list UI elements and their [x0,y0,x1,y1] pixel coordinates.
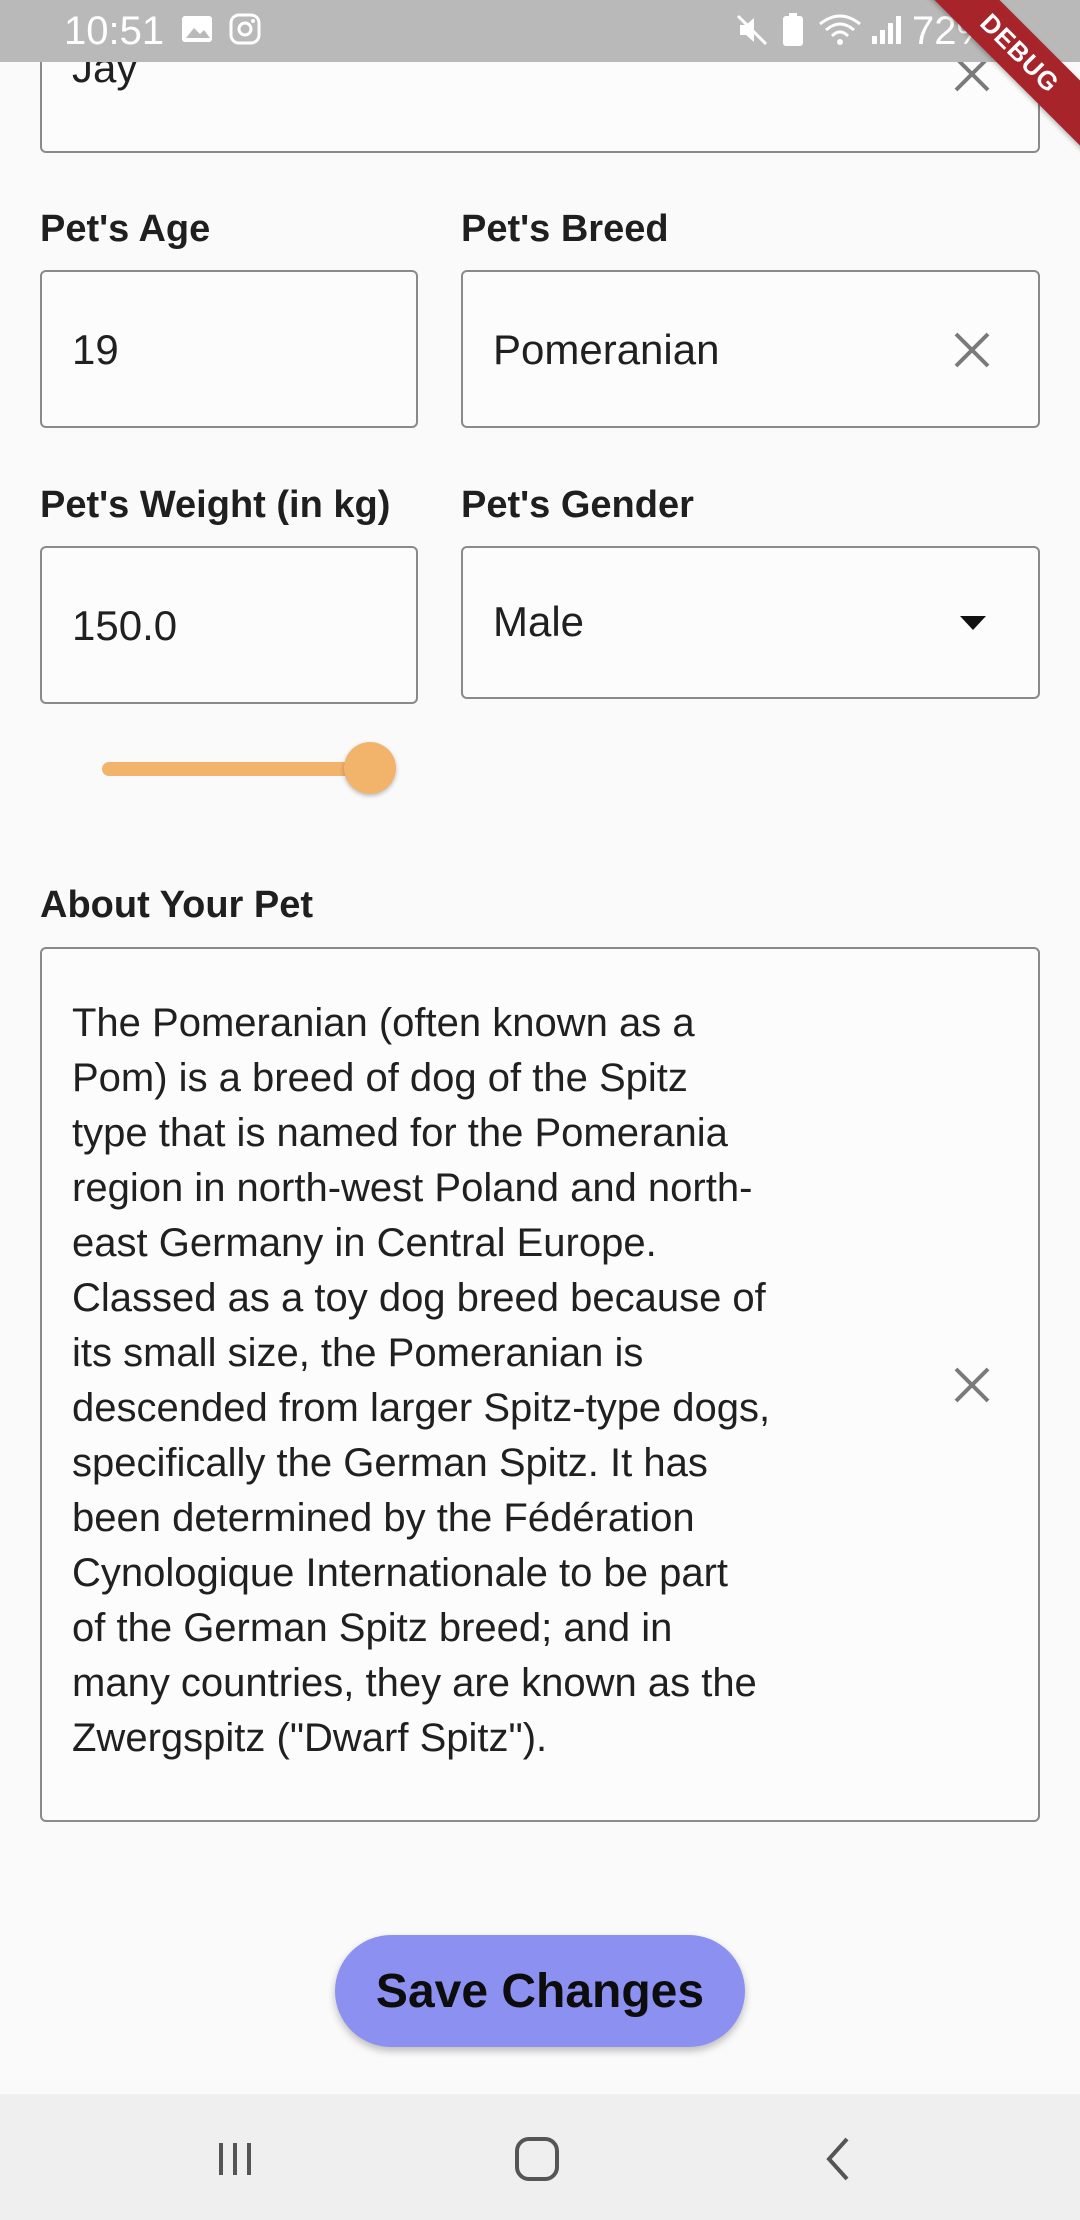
breed-label: Pet's Breed [461,208,669,250]
clear-about-button[interactable] [942,1355,1002,1415]
instagram-icon [228,12,262,51]
home-icon[interactable] [502,2124,572,2194]
back-icon[interactable] [804,2124,874,2194]
about-text-value: The Pomeranian (often known as a Pom) is… [72,1001,771,1760]
about-label: About Your Pet [40,884,314,926]
slider-thumb[interactable] [344,742,396,794]
slider-track[interactable] [102,762,370,776]
signal-icon [868,12,904,53]
weight-label: Pet's Weight (in kg) [40,484,391,526]
status-time: 10:51 [64,9,165,53]
weight-value: 150.0 [72,602,178,649]
breed-value: Pomeranian [493,326,720,373]
gender-label: Pet's Gender [461,484,694,526]
weight-input[interactable]: 150.0 [40,546,418,704]
status-bar: 10:51 72% [0,0,1080,62]
gender-value: Male [493,598,585,645]
gender-dropdown[interactable]: Male [461,546,1040,699]
close-icon [954,332,990,368]
age-label: Pet's Age [40,208,211,250]
mute-icon [734,12,770,53]
dropdown-arrow-icon [958,614,988,637]
breed-input[interactable]: Pomeranian [461,270,1040,428]
navigation-bar [0,2094,1080,2220]
gallery-icon [180,12,214,51]
age-value: 19 [72,326,119,373]
recent-apps-icon[interactable] [200,2124,270,2194]
battery-saver-icon [778,12,808,53]
age-input[interactable]: 19 [40,270,418,428]
clear-breed-button[interactable] [942,320,1002,380]
save-changes-button[interactable]: Save Changes [335,1935,745,2047]
wifi-icon [818,12,862,53]
close-icon [954,1367,990,1403]
